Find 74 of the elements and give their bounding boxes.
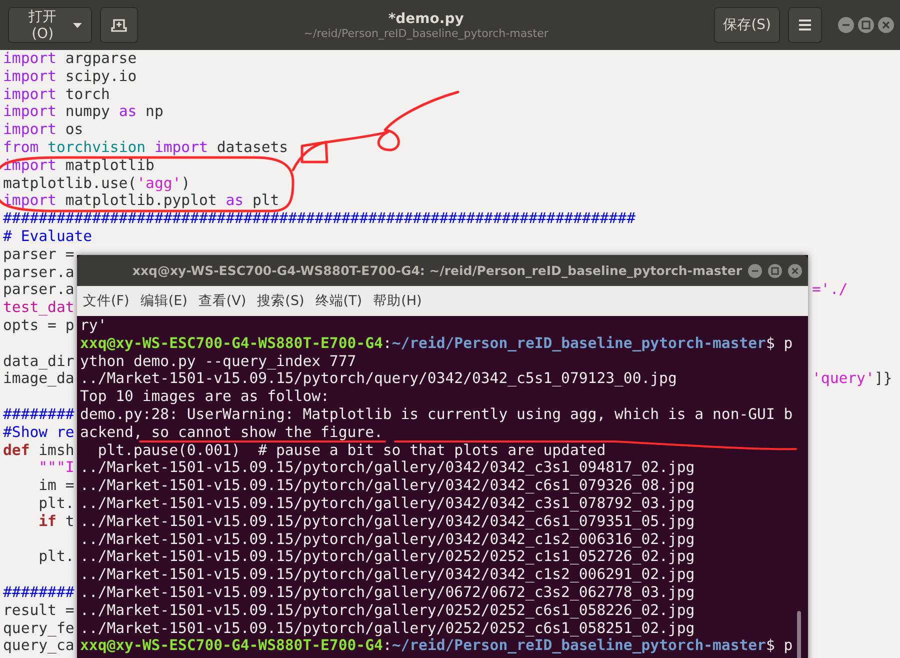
code-line: parser.a [3,264,74,282]
terminal-line: ../Market-1501-v15.09.15/pytorch/gallery/0342/0342_c3s1_078792_03.jpg [80,494,696,513]
terminal-line: Top 10 images are as follow: [80,388,330,406]
menu-item[interactable]: 文件(F) [83,292,130,310]
maximize-icon[interactable] [768,264,782,278]
code-line: ######## [3,584,74,602]
terminal-line: ../Market-1501-v15.09.15/pytorch/gallery/0252/0252_c6s1_058251_02.jpg [80,620,696,638]
window-subtitle: ~/reid/Person_reID_baseline_pytorch-master [304,26,548,40]
code-line: im = [38,477,74,495]
code-line: """I [38,459,74,478]
terminal-line: ../Market-1501-v15.09.15/pytorch/gallery/0342/0342_c1s2_006316_02.jpg [80,530,696,548]
terminal-line: xxq@xy-WS-ESC700-G4-WS880T-E700-G4:~/reid/Person_reID_baseline_pytorch-master$ p [80,334,794,353]
maximize-icon[interactable] [858,17,874,33]
code-line: query_ca [3,637,74,656]
scrollbar[interactable] [797,611,801,658]
code-line: ######## [3,406,74,424]
terminal-line: demo.py:28: UserWarning: Matplotlib is currently using agg, which is a non-GUI b [80,406,794,424]
code-line: import matplotlib.pyplot as plt [3,192,280,210]
close-icon[interactable] [878,17,894,33]
code-line: result = [3,602,74,620]
menu-item[interactable]: 搜索(S) [257,292,304,310]
new-tab-button[interactable] [100,7,138,43]
code-line: ='./ [812,281,848,300]
code-line: import torch [3,86,110,104]
terminal-line: ython demo.py --query_index 777 [80,352,358,370]
code-line: plt. [38,494,74,513]
open-button[interactable]: 打开(O) [8,7,92,43]
code-line: data_dir [3,352,74,370]
terminal-line: ../Market-1501-v15.09.15/pytorch/gallery/0672/0672_c3s2_062778_03.jpg [80,584,696,602]
terminal-line: ../Market-1501-v15.09.15/pytorch/gallery/0252/0252_c6s1_058226_02.jpg [80,602,696,620]
terminal-line: ../Market-1501-v15.09.15/pytorch/gallery/0342/0342_c1s2_006291_02.jpg [80,566,696,584]
terminal-line: xxq@xy-WS-ESC700-G4-WS880T-E700-G4:~/reid/Person_reID_baseline_pytorch-master$ p [80,637,794,656]
minimize-icon[interactable] [838,17,854,33]
terminal-line: ry' [80,317,108,335]
close-icon[interactable] [788,264,802,278]
terminal-line: plt.pause(0.001) # pause a bit so that plots are updated [96,442,607,460]
code-line: # Evaluate [3,228,92,246]
new-tab-icon [111,18,127,32]
terminal-line: ../Market-1501-v15.09.15/pytorch/gallery/0252/0252_c1s1_052726_02.jpg [80,548,696,566]
code-line: if t [38,512,74,531]
terminal-line: ackend, so cannot show the figure. [80,424,384,442]
code-line: plt. [38,548,74,566]
caret-icon [73,22,82,28]
code-line: parser = [3,246,74,264]
code-line: import matplotlib [3,156,154,175]
window-title: *demo.py [388,10,464,26]
terminal-line: ../Market-1501-v15.09.15/pytorch/gallery/0342/0342_c6s1_079326_08.jpg [80,477,696,495]
save-button[interactable]: 保存(S) [714,7,780,43]
menu-icon [798,19,812,31]
terminal-line: ../Market-1501-v15.09.15/pytorch/gallery/0342/0342_c3s1_094817_02.jpg [80,459,696,478]
code-line: def imsh [3,442,74,460]
code-line: import scipy.io [3,68,137,86]
code-line: import os [3,121,84,139]
menu-button[interactable] [788,7,822,43]
code-line: parser.a [3,281,74,300]
menu-item[interactable]: 查看(V) [198,292,246,310]
code-line: from torchvision import datasets [3,138,288,157]
code-line: query_fe [3,620,74,638]
menu-item[interactable]: 编辑(E) [140,292,188,310]
code-line: ####################################################################### [3,210,636,228]
code-line: test_dat [3,299,74,317]
code-line: import argparse [3,50,137,68]
minimize-icon[interactable] [748,264,762,278]
code-line: opts = p [3,316,74,335]
code-line: matplotlib.use('agg') [3,174,190,192]
terminal-line: ../Market-1501-v15.09.15/pytorch/gallery/0342/0342_c6s1_079351_05.jpg [80,512,696,531]
menu-item[interactable]: 终端(T) [315,292,362,310]
terminal-line: ../Market-1501-v15.09.15/pytorch/query/0342/0342_c5s1_079123_00.jpg [80,370,678,388]
menu-item[interactable]: 帮助(H) [373,292,422,310]
code-line: image_da [3,370,74,388]
code-line: import numpy as np [3,103,164,122]
code-line: 'query']} [812,370,892,388]
code-line: #Show re [3,424,74,442]
terminal-title: xxq@xy-WS-ESC700-G4-WS880T-E700-G4: ~/reid/Person_reID_baseline_pytorch-master [131,263,742,278]
